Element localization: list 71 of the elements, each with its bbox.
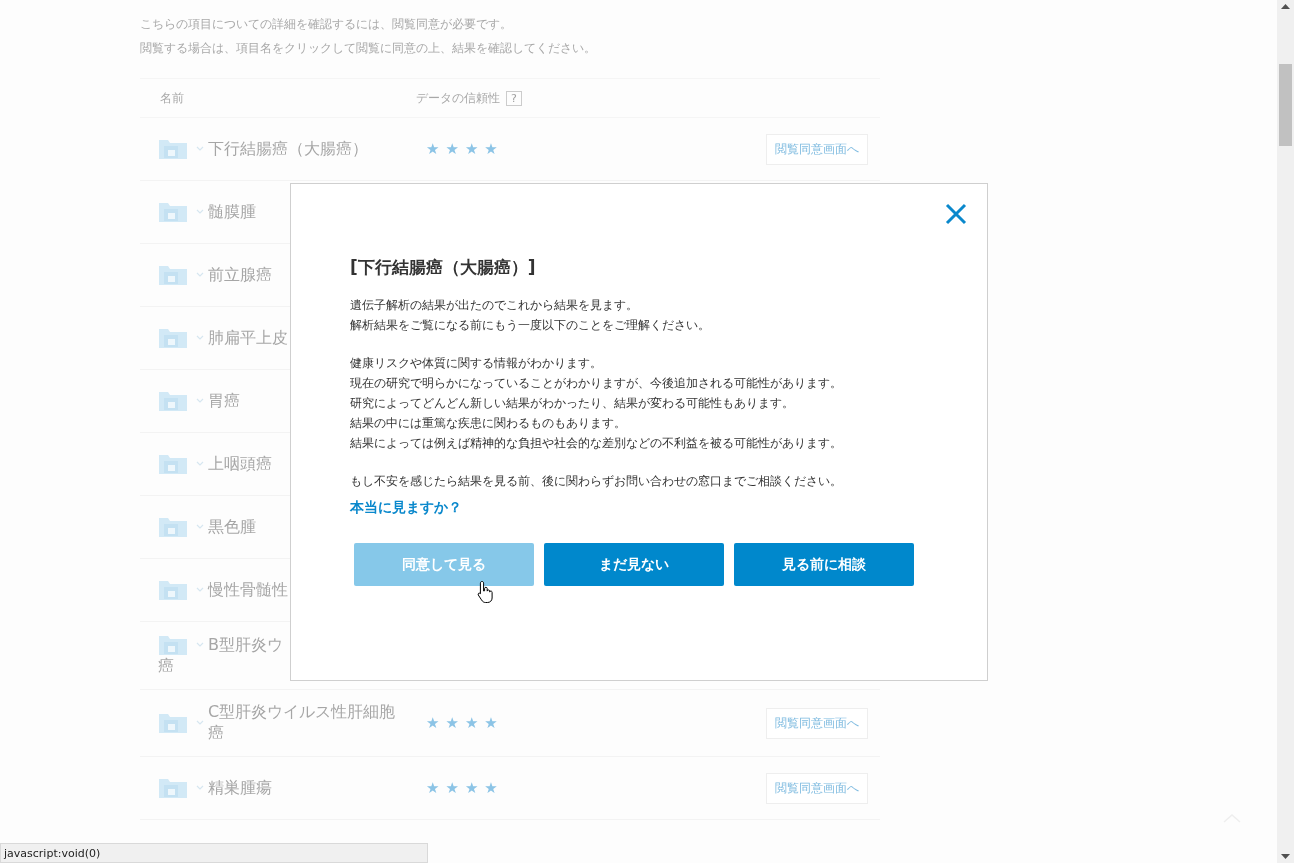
star-icon: ★ bbox=[426, 779, 440, 797]
chevron-down-icon[interactable] bbox=[196, 146, 204, 152]
dialog-text-line: 結果の中には重篤な疾患に関わるものもあります。 bbox=[350, 415, 627, 432]
dialog-text-line: 研究によってどんどん新しい結果がわかったり、結果が変わる可能性もあります。 bbox=[350, 395, 795, 412]
chevron-down-icon[interactable] bbox=[196, 272, 204, 278]
locked-folder-icon bbox=[158, 264, 188, 286]
item-name[interactable]: C型肝炎ウイルス性肝細胞癌 bbox=[208, 702, 403, 744]
locked-folder-icon bbox=[158, 634, 188, 656]
item-name[interactable]: B型肝炎ウ bbox=[208, 634, 283, 656]
dialog-button[interactable]: 同意して見る bbox=[354, 543, 534, 586]
chevron-down-icon[interactable] bbox=[196, 720, 204, 726]
confirm-question: 本当に見ますか？ bbox=[350, 499, 463, 517]
item-name[interactable]: 精巣腫瘍 bbox=[208, 777, 272, 799]
locked-folder-icon bbox=[158, 327, 188, 349]
dialog-button[interactable]: まだ見ない bbox=[544, 543, 724, 586]
chevron-down-icon[interactable] bbox=[196, 461, 204, 467]
locked-folder-icon bbox=[158, 777, 188, 799]
chevron-down-icon[interactable] bbox=[196, 524, 204, 530]
scrollbar-thumb[interactable] bbox=[1279, 64, 1292, 146]
chevron-down-icon[interactable] bbox=[196, 209, 204, 215]
close-icon[interactable] bbox=[945, 203, 967, 225]
item-name[interactable]: 胃癌 bbox=[208, 390, 240, 412]
star-icon: ★ bbox=[445, 779, 459, 797]
star-icon: ★ bbox=[464, 779, 479, 797]
item-name[interactable]: 下行結腸癌（大腸癌） bbox=[208, 138, 368, 160]
locked-folder-icon bbox=[158, 712, 188, 734]
dialog-text-line: 遺伝子解析の結果が出たのでこれから結果を見ます。 bbox=[350, 297, 639, 314]
consent-link-button[interactable]: 閲覧同意画面へ bbox=[766, 707, 868, 739]
consent-link-button[interactable]: 閲覧同意画面へ bbox=[766, 133, 868, 165]
chevron-down-icon[interactable] bbox=[196, 335, 204, 341]
hand-pointer-icon bbox=[477, 580, 495, 604]
item-name[interactable]: 黒色腫 bbox=[208, 516, 256, 538]
star-icon: ★ bbox=[445, 714, 459, 732]
item-name[interactable]: 肺扁平上皮 bbox=[208, 327, 288, 349]
help-icon[interactable]: ? bbox=[506, 90, 522, 106]
chevron-down-icon[interactable] bbox=[196, 587, 204, 593]
star-icon: ★ bbox=[484, 714, 498, 732]
intro-text: 閲覧する場合は、項目名をクリックして閲覧に同意の上、結果を確認してください。 bbox=[140, 40, 597, 57]
locked-folder-icon bbox=[158, 453, 188, 475]
star-icon: ★ bbox=[464, 714, 479, 732]
item-name[interactable]: 前立腺癌 bbox=[208, 264, 272, 286]
locked-folder-icon bbox=[158, 201, 188, 223]
locked-folder-icon bbox=[158, 516, 188, 538]
item-name[interactable]: 上咽頭癌 bbox=[208, 453, 272, 475]
star-icon: ★ bbox=[484, 779, 498, 797]
dialog-text-line: もし不安を感じたら結果を見る前、後に関わらずお問い合わせの窓口までご相談ください。 bbox=[350, 473, 843, 490]
chevron-down-icon[interactable] bbox=[196, 785, 204, 791]
intro-text: こちらの項目についての詳細を確認するには、閲覧同意が必要です。 bbox=[140, 16, 513, 33]
scrollbar[interactable] bbox=[1277, 0, 1294, 863]
locked-folder-icon bbox=[158, 390, 188, 412]
status-bar-url: javascript:void(0) bbox=[0, 843, 428, 863]
dialog-title: [下行結腸癌（大腸癌）] bbox=[350, 256, 537, 279]
item-name[interactable]: 髄膜腫 bbox=[208, 201, 256, 223]
locked-folder-icon bbox=[158, 579, 188, 601]
star-icon: ★ bbox=[445, 140, 459, 158]
star-icon: ★ bbox=[484, 140, 498, 158]
column-header: 名前 bbox=[160, 89, 185, 107]
star-icon: ★ bbox=[426, 714, 440, 732]
dialog-text-line: 健康リスクや体質に関する情報がわかります。 bbox=[350, 355, 603, 372]
star-icon: ★ bbox=[464, 140, 479, 158]
item-name[interactable]: 慢性骨髄性 bbox=[208, 579, 288, 601]
chevron-down-icon[interactable] bbox=[196, 398, 204, 404]
consent-link-button[interactable]: 閲覧同意画面へ bbox=[766, 772, 868, 804]
chevron-down-icon[interactable] bbox=[196, 642, 204, 648]
dialog-button[interactable]: 見る前に相談 bbox=[734, 543, 914, 586]
star-icon: ★ bbox=[426, 140, 440, 158]
column-header: データの信頼性 bbox=[416, 89, 500, 107]
dialog-text-line: 結果によっては例えば精神的な負担や社会的な差別などの不利益を被る可能性があります。 bbox=[350, 435, 843, 452]
dialog-text-line: 解析結果をご覧になる前にもう一度以下のことをご理解ください。 bbox=[350, 317, 711, 334]
locked-folder-icon bbox=[158, 138, 188, 160]
dialog-text-line: 現在の研究で明らかになっていることがわかりますが、今後追加される可能性があります。 bbox=[350, 375, 843, 392]
